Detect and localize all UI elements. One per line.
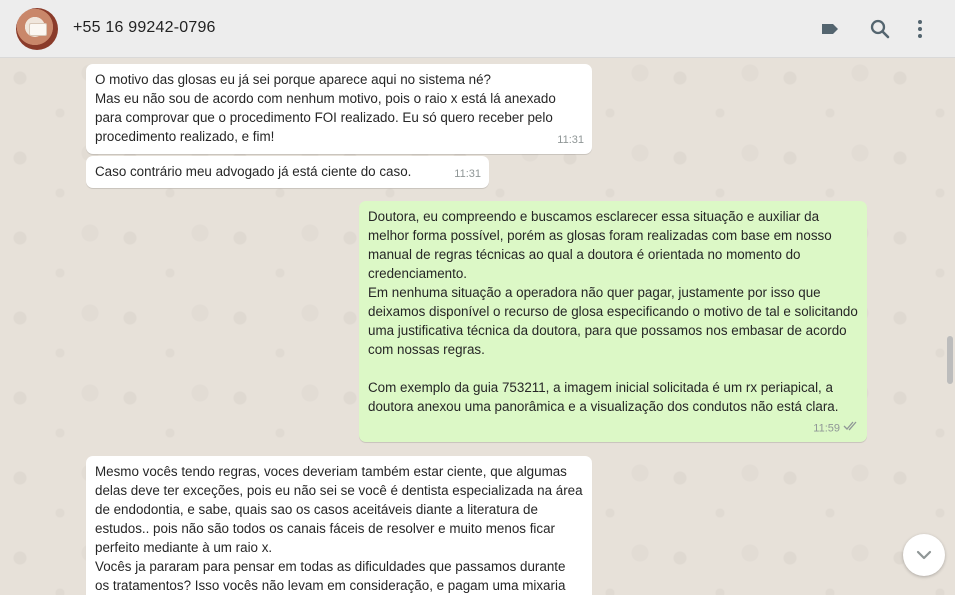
message-time-wrap: 11:59 [813,419,859,438]
message-bubble-incoming: Caso contrário meu advogado já está cien… [86,156,489,188]
label-icon[interactable] [818,17,842,41]
message-text: Caso contrário meu advogado já está cien… [95,164,412,179]
scrollbar[interactable] [947,336,953,384]
chevron-down-icon [916,550,932,560]
avatar-image [29,23,47,36]
message-time: 11:31 [557,134,584,146]
message-list[interactable]: O motivo das glosas eu já sei porque apa… [0,58,955,595]
message-text: Mesmo vocês tendo regras, voces deveriam… [95,464,583,593]
read-ticks-icon [843,419,859,438]
message-text: Doutora, eu compreendo e buscamos esclar… [368,209,858,414]
message-bubble-outgoing: Doutora, eu compreendo e buscamos esclar… [359,201,867,442]
message-time: 11:59 [813,422,840,434]
menu-icon[interactable] [908,17,932,41]
search-icon[interactable] [868,17,892,41]
chat-header: +55 16 99242-0796 [0,0,955,58]
message-text: O motivo das glosas eu já sei porque apa… [95,72,556,144]
message-bubble-incoming: Mesmo vocês tendo regras, voces deveriam… [86,456,592,595]
contact-name[interactable]: +55 16 99242-0796 [73,19,216,37]
message-time: 11:31 [454,168,481,180]
contact-avatar[interactable] [16,8,58,50]
message-bubble-incoming: O motivo das glosas eu já sei porque apa… [86,64,592,154]
scroll-down-button[interactable] [903,534,945,576]
